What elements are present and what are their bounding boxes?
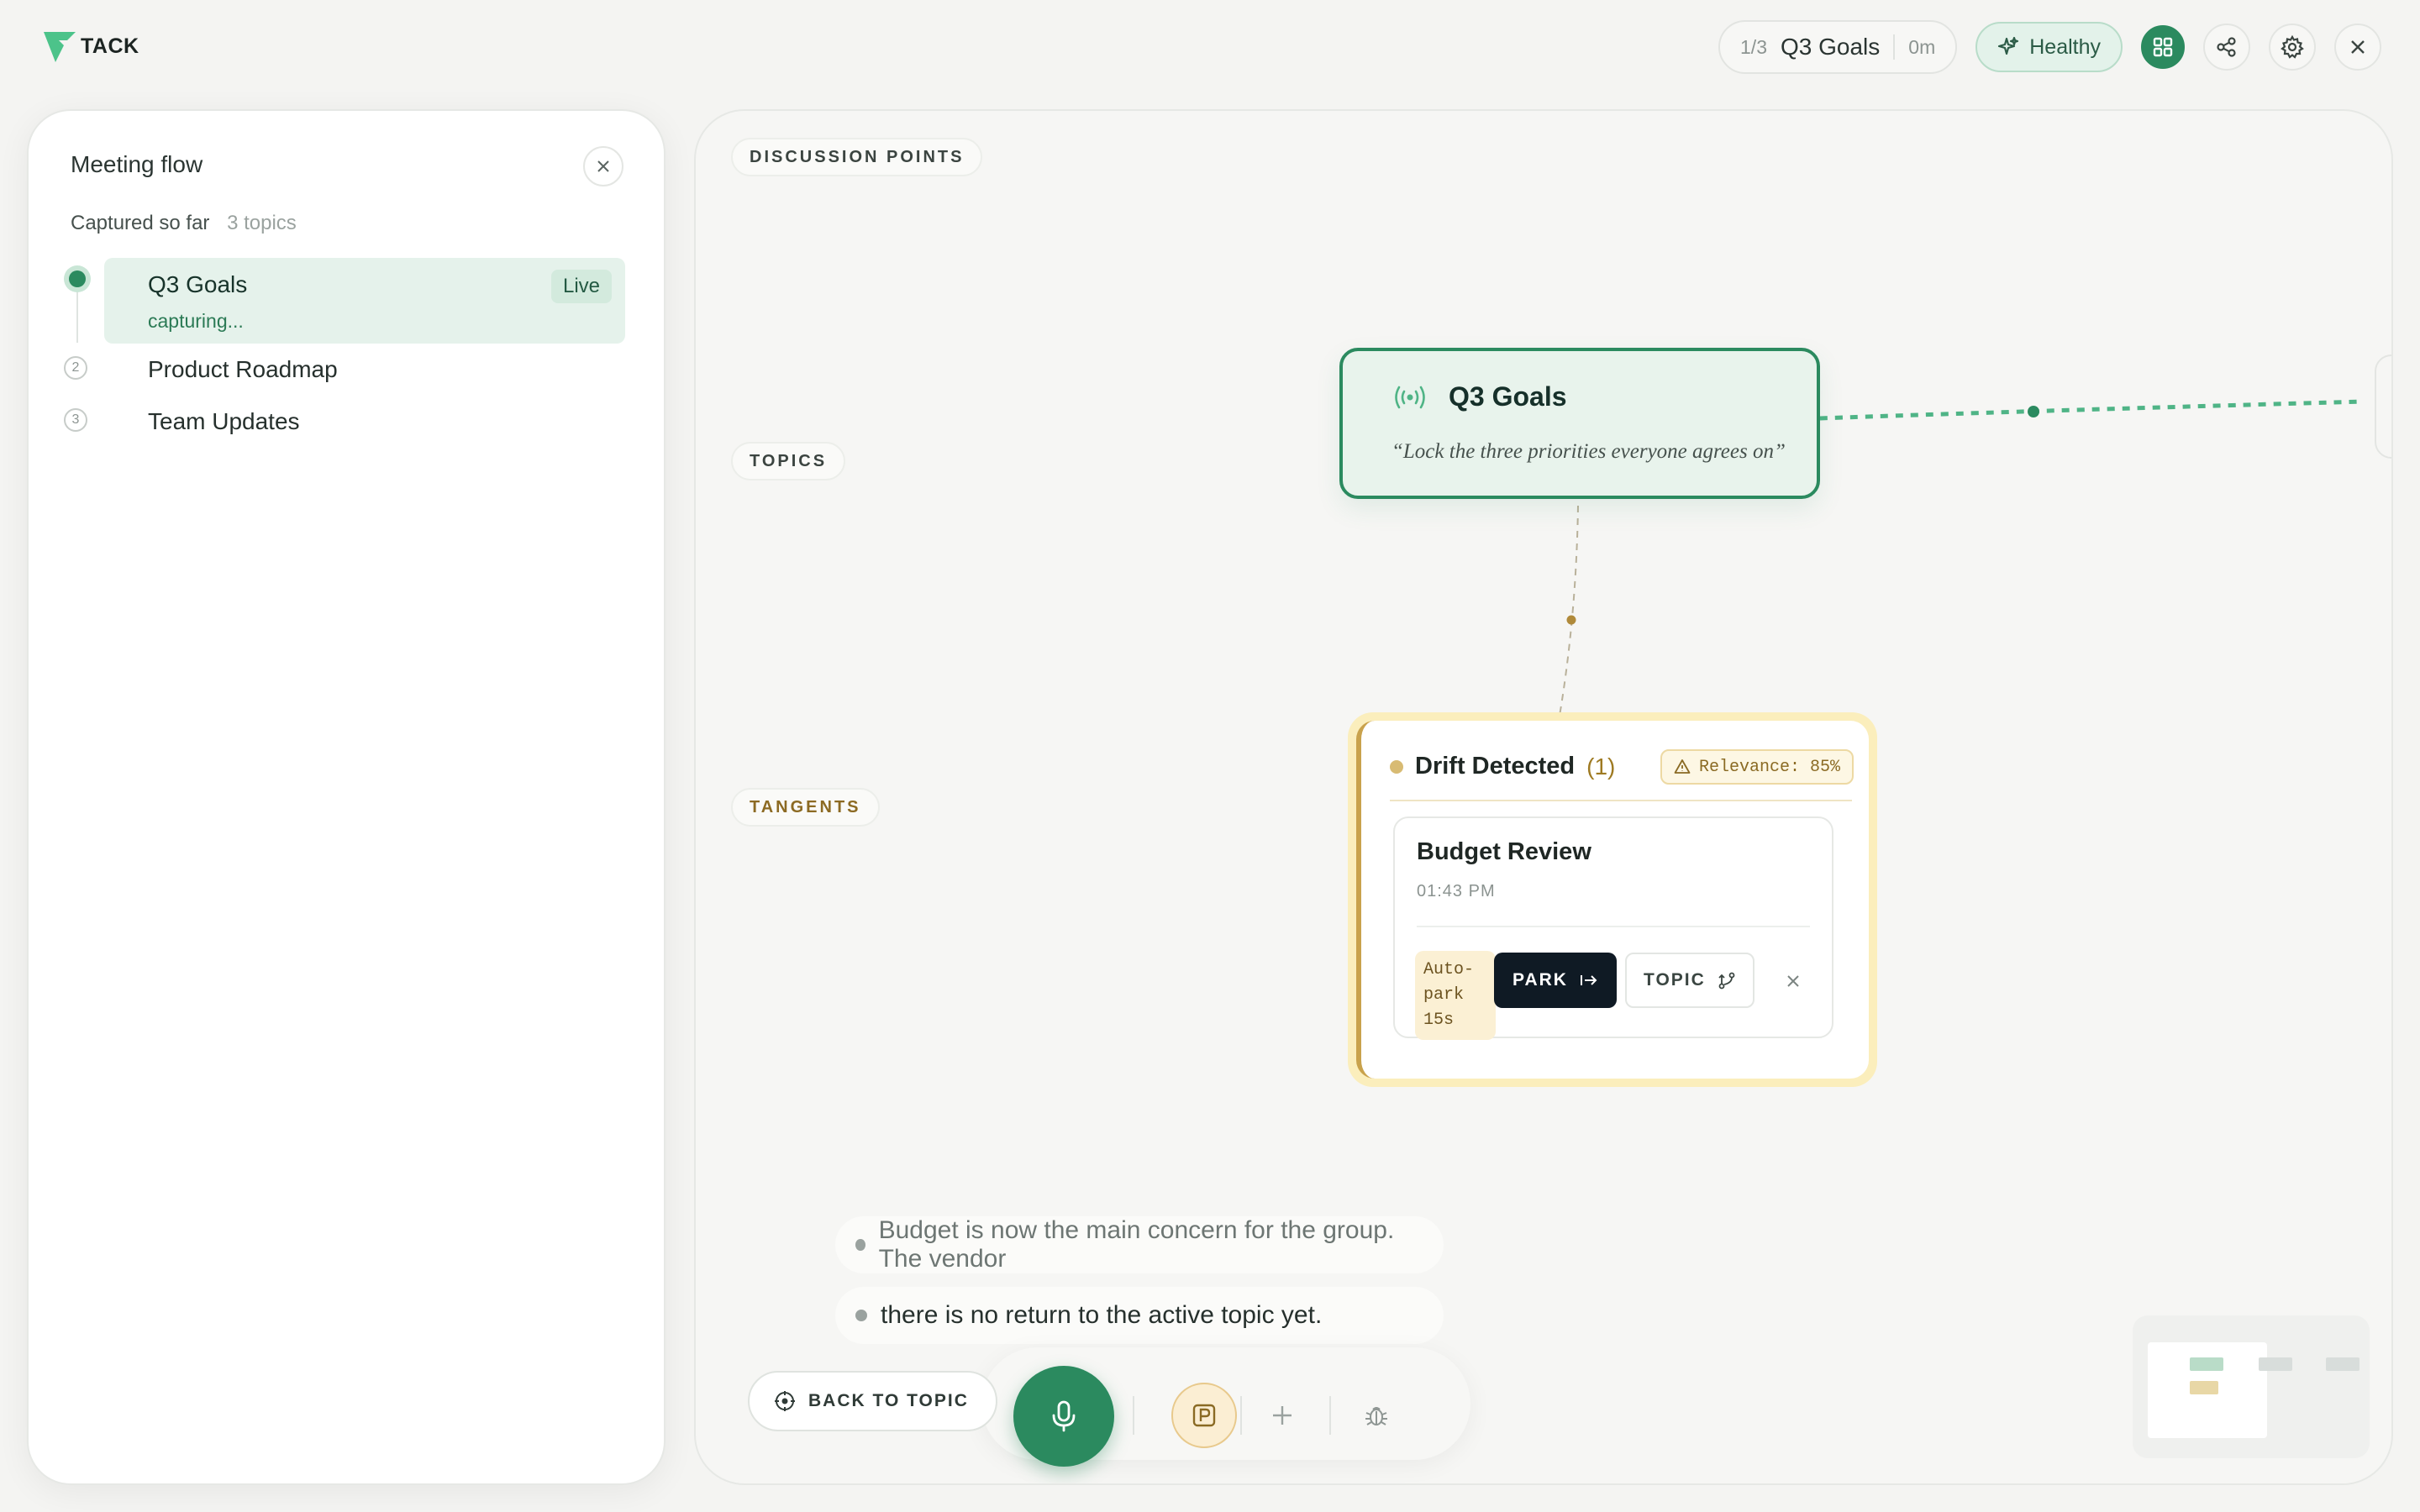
sidebar-title: Meeting flow	[71, 151, 203, 177]
connector-node	[1566, 615, 1576, 625]
promote-to-topic-button[interactable]: TOPIC	[1625, 953, 1754, 1008]
microphone-button[interactable]	[1013, 1366, 1114, 1467]
captured-count: 3 topics	[227, 212, 297, 234]
tangent-timestamp: 01:43 PM	[1417, 882, 1496, 900]
topic-status: capturing...	[148, 310, 244, 332]
back-to-topic-label: BACK TO TOPIC	[808, 1391, 969, 1410]
topic-number-badge: 3	[64, 408, 87, 432]
drift-card-body: Drift Detected (1) Relevance: 85% Budget…	[1356, 721, 1869, 1079]
dock-divider	[1329, 1396, 1331, 1435]
topic-label: Q3 Goals	[148, 271, 248, 297]
top-toolbar: 1/3 Q3 Goals 0m Healthy	[1718, 20, 2381, 74]
topic-connector-line	[1819, 399, 2364, 421]
divider	[1390, 800, 1852, 801]
topic-card-header: Q3 Goals	[1392, 381, 1567, 412]
minimap-topic-node	[2259, 1357, 2292, 1371]
branch-icon	[1718, 972, 1735, 990]
close-icon	[1787, 975, 1799, 987]
settings-button[interactable]	[2269, 24, 2316, 71]
drift-title: Drift Detected	[1415, 753, 1576, 780]
tangent-card-budget-review[interactable]: Budget Review 01:43 PM Auto-park 15s PAR…	[1393, 816, 1833, 1040]
gear-icon	[2281, 34, 2304, 59]
topic-card-q3-goals[interactable]: Q3 Goals “Lock the three priorities ever…	[1339, 348, 1820, 499]
close-session-button[interactable]	[2334, 24, 2381, 71]
park-button[interactable]: PARK	[1494, 953, 1617, 1008]
close-icon	[597, 160, 609, 172]
warning-icon	[1674, 759, 1691, 774]
sidebar-item-q3-goals[interactable]: Q3 Goals capturing... Live	[104, 258, 625, 344]
topic-progress: 1/3	[1740, 35, 1767, 58]
tangent-title: Budget Review	[1417, 838, 1591, 865]
grid-view-button[interactable]	[2141, 25, 2185, 69]
back-to-topic-button[interactable]: BACK TO TOPIC	[748, 1371, 997, 1431]
meeting-canvas[interactable]: DISCUSSION POINTS TOPICS TANGENTS Q3 Goa…	[694, 109, 2393, 1485]
transcript-text: Budget is now the main concern for the g…	[878, 1216, 1395, 1273]
captured-label: Captured so far	[71, 212, 210, 234]
topic-card-quote: “Lock the three priorities everyone agre…	[1392, 440, 1786, 463]
meeting-title: Q3 Goals	[1781, 34, 1881, 60]
health-status-button[interactable]: Healthy	[1975, 22, 2123, 72]
tack-logo-icon	[44, 32, 76, 62]
chip-divider	[1893, 34, 1896, 60]
microphone-icon	[1052, 1400, 1076, 1432]
drift-status-dot	[1390, 759, 1403, 774]
transcript-text: there is no return to the active topic y…	[881, 1301, 1323, 1329]
transcript-line: there is no return to the active topic y…	[835, 1287, 1444, 1344]
minimap[interactable]	[2133, 1315, 2370, 1458]
sidebar-close-button[interactable]	[583, 146, 623, 186]
drift-count: (1)	[1586, 753, 1616, 780]
transcript-bullet	[855, 1239, 865, 1251]
transcript-bullet	[855, 1310, 867, 1321]
drift-detected-card: Drift Detected (1) Relevance: 85% Budget…	[1348, 712, 1877, 1087]
crosshair-icon	[775, 1391, 795, 1411]
sidebar-item-product-roadmap[interactable]: Product Roadmap	[148, 356, 338, 383]
transcript-line: Budget is now the main concern for the g…	[835, 1216, 1444, 1273]
connector-node	[2028, 406, 2039, 417]
close-icon	[2351, 40, 2365, 54]
share-button[interactable]	[2203, 24, 2250, 71]
brand-name: TACK	[81, 34, 139, 58]
minimap-tangent-node	[2190, 1381, 2218, 1394]
share-icon	[2217, 37, 2236, 57]
sparkles-icon	[1998, 36, 2019, 55]
minimap-topic-node	[2190, 1357, 2223, 1371]
captured-summary: Captured so far 3 topics	[71, 212, 297, 235]
divider	[1417, 926, 1810, 927]
topic-number-badge: 2	[64, 356, 87, 380]
offscreen-node-stub[interactable]	[2375, 354, 2391, 459]
meeting-chip[interactable]: 1/3 Q3 Goals 0m	[1718, 20, 1958, 74]
live-badge: Live	[550, 270, 612, 303]
active-topic-indicator	[64, 265, 91, 292]
relevance-value: Relevance: 85%	[1698, 757, 1840, 777]
minimap-topic-node	[2326, 1357, 2360, 1371]
topic-button-label: TOPIC	[1644, 970, 1706, 990]
autopark-countdown: Auto-park 15s	[1415, 951, 1496, 1040]
add-button[interactable]	[1267, 1400, 1297, 1431]
relevance-badge: Relevance: 85%	[1660, 749, 1854, 785]
meeting-flow-sidebar: Meeting flow Captured so far 3 topics Q3…	[27, 109, 666, 1485]
dock-divider	[1133, 1396, 1134, 1435]
park-arrow-icon	[1580, 975, 1597, 985]
health-label: Healthy	[2029, 34, 2101, 59]
app-logo: TACK	[42, 29, 139, 64]
dismiss-tangent-button[interactable]	[1781, 969, 1805, 993]
park-label: PARK	[1512, 970, 1568, 990]
bug-icon	[1365, 1407, 1387, 1425]
topic-card-title: Q3 Goals	[1449, 381, 1567, 412]
drift-header: Drift Detected (1)	[1390, 753, 1615, 780]
dock-divider	[1240, 1396, 1242, 1435]
debug-button[interactable]	[1360, 1399, 1393, 1432]
plus-icon	[1273, 1406, 1292, 1425]
elapsed-time: 0m	[1908, 35, 1936, 58]
sidebar-item-team-updates[interactable]: Team Updates	[148, 408, 300, 435]
live-broadcast-icon	[1395, 386, 1425, 408]
park-lot-button[interactable]	[1171, 1383, 1237, 1448]
parking-icon	[1192, 1404, 1216, 1427]
tangent-connector-line	[1559, 505, 1579, 717]
grid-icon	[2153, 37, 2173, 57]
